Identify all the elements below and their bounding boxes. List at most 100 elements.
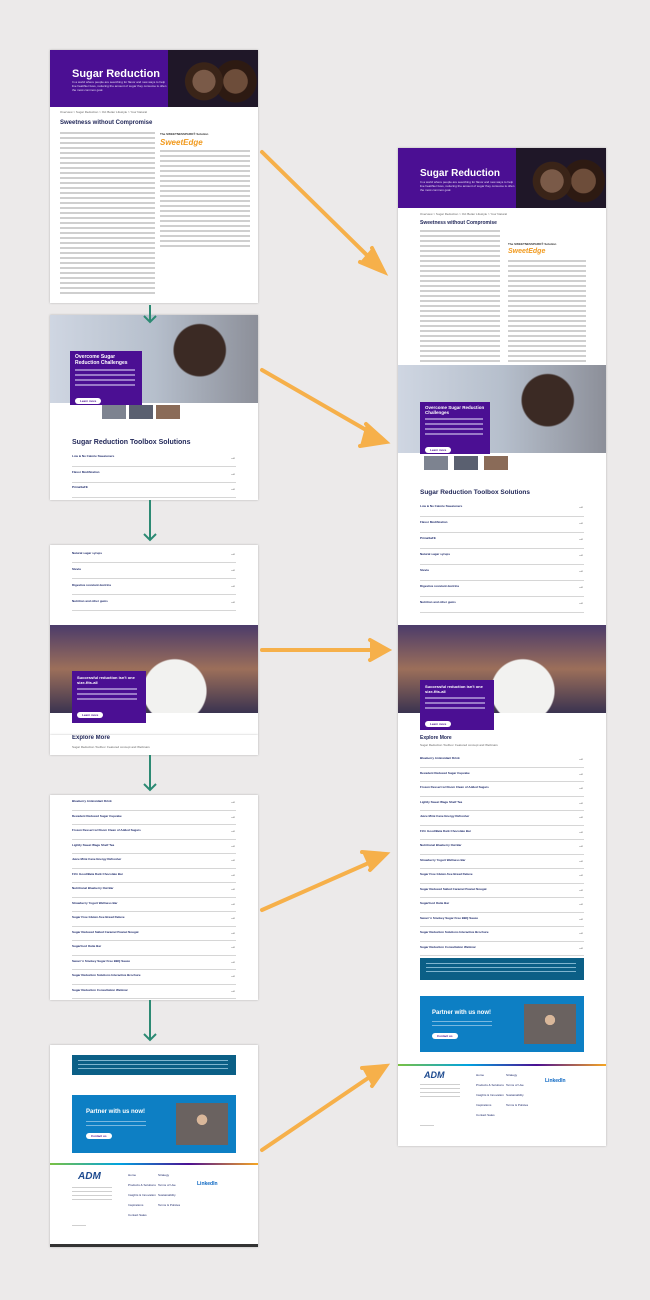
footer-col1-title[interactable]: Home (476, 1073, 504, 1077)
toolbox-row[interactable]: Flavor Modification → (420, 520, 584, 533)
explore-row[interactable]: Strawberry Yogurt Wellness Bar → (420, 857, 584, 869)
explore-row[interactable]: Sugarfood Oatie Bar → (72, 944, 236, 956)
explore-row[interactable]: Frozen Dessert w/ Room Clean of Added Su… (72, 828, 236, 840)
footer-link[interactable]: Contact Sales (128, 1213, 156, 1217)
explore-row[interactable]: Decadent Reduced Sugar Cupcake → (72, 814, 236, 825)
hero-subtitle: In a world where people are searching fo… (72, 80, 167, 92)
footer-col2-title[interactable]: Strategy (506, 1073, 528, 1077)
arrow-right-icon: → (578, 814, 584, 820)
challenges-button[interactable]: Learn more (75, 398, 102, 404)
toolbox-row[interactable]: Digestive resistant dextrins → (72, 583, 236, 595)
celebration-button[interactable]: Learn more (77, 712, 104, 718)
thumbnail[interactable] (102, 405, 126, 419)
footer-link[interactable]: Products & Solutions (128, 1183, 156, 1187)
explore-row[interactable]: Lightly Sweet Wagu Shelf Tea → (420, 800, 584, 811)
footer-link[interactable]: Inspirations (476, 1103, 504, 1107)
arrow-right-icon: → (578, 901, 584, 907)
arrow-right-icon: → (578, 857, 584, 864)
toolbox-row[interactable]: Natural sugar syrups → (72, 551, 236, 563)
thumbnail[interactable] (424, 456, 448, 470)
toolbox-row[interactable]: Low & No Calorie Sweeteners → (72, 454, 236, 467)
adm-logo[interactable]: ADM (424, 1070, 445, 1080)
toolbox-row[interactable]: Stevia → (420, 568, 584, 581)
breadcrumb[interactable]: Overview > Sugar Reduction > Oct Better … (420, 212, 507, 216)
explore-row[interactable]: Sugar Reduced Salted Caramel Peanut Noug… (72, 930, 236, 941)
explore-row[interactable]: Sugar Reduction Consultation Webinar → (72, 988, 236, 999)
thumbnail[interactable] (156, 405, 180, 419)
explore-row[interactable]: Fit'n Good/Beta Dark Chocolate Bar → (420, 828, 584, 840)
partner-button[interactable]: Contact us (432, 1033, 458, 1039)
thumbnail[interactable] (454, 456, 478, 470)
bottom-bar (50, 1244, 258, 1247)
footer-col2: Strategy Terms of Use Sustainability Ter… (506, 1073, 528, 1107)
explore-row[interactable]: Sugar Reduction Solutions Interactive Br… (72, 973, 236, 985)
explore-row[interactable]: Blueberry Antioxidant Drink → (420, 756, 584, 768)
explore-row[interactable]: Lightly Sweet Wagu Shelf Tea → (72, 842, 236, 854)
linkedin-icon[interactable]: LinkedIn (197, 1181, 218, 1187)
celebration-button[interactable]: Learn more (425, 721, 452, 727)
celebration-text (425, 697, 485, 709)
explore-row[interactable]: Fit'n Good/Beta Dark Chocolate Bar → (72, 871, 236, 883)
explore-row[interactable]: Juice Mimi Cane Energy Refresher → (420, 814, 584, 826)
row-title: Fit'n Good/Beta Dark Chocolate Bar (72, 871, 123, 876)
arrow-right-icon: → (230, 455, 236, 461)
footer-link[interactable]: Insights & Innovation (128, 1193, 156, 1197)
adm-logo[interactable]: ADM (78, 1171, 101, 1182)
sweetedge-logo: SweetEdge (160, 138, 203, 147)
explore-row[interactable]: Sweet 'n Smokey Sugar Free BBQ Sauce → (420, 915, 584, 927)
explore-row[interactable]: Sugarfood Oatie Bar → (420, 901, 584, 913)
arrow-right-icon: → (230, 828, 236, 834)
toolbox-row[interactable]: Stevia → (72, 567, 236, 579)
explore-row[interactable]: Nutritional Blueberry Oat Bar → (420, 843, 584, 855)
row-title: Sugar Free Gluten-free Bread Deluxe (72, 915, 125, 919)
toolbox-row[interactable]: Digestive resistant dextrins → (420, 584, 584, 597)
toolbox-row[interactable]: Nutrition and other gums → (420, 600, 584, 613)
explore-row[interactable]: Juice Mimi Cane Energy Refresher → (72, 857, 236, 869)
footer-link[interactable]: Products & Solutions (476, 1083, 504, 1087)
footer-link[interactable]: Sustainability (506, 1093, 528, 1097)
notice-text (426, 963, 576, 972)
partner-text (432, 1021, 492, 1029)
arrow-right-icon: → (578, 536, 584, 542)
explore-row[interactable]: Nutritional Blueberry Oat Bar → (72, 886, 236, 898)
footer-link[interactable]: Terms & Policies (158, 1203, 180, 1207)
row-title: Natural sugar syrups (420, 552, 451, 556)
footer-link[interactable]: Sustainability (158, 1193, 180, 1197)
toolbox-row[interactable]: PrimaSaFE → (420, 536, 584, 549)
hero-image (516, 148, 606, 208)
toolbox-row[interactable]: Low & No Calorie Sweeteners → (420, 504, 584, 517)
explore-row[interactable]: Strawberry Yogurt Wellness Bar → (72, 901, 236, 912)
explore-row[interactable]: Sugar Reduction Solutions Interactive Br… (420, 930, 584, 942)
footer-link[interactable]: Terms of Use (158, 1183, 180, 1187)
explore-row[interactable]: Sugar Reduction Consultation Webinar → (420, 945, 584, 956)
thumbnail[interactable] (129, 405, 153, 419)
footer-link[interactable]: Terms & Policies (506, 1103, 528, 1107)
arrow-right-icon: → (578, 828, 584, 835)
explore-row[interactable]: Sugar Free Gluten-free Bread Deluxe → (420, 872, 584, 884)
arrow-right-icon: → (230, 842, 236, 849)
explore-row[interactable]: Sweet 'n Smokey Sugar Free BBQ Sauce → (72, 959, 236, 970)
toolbox-row[interactable]: Nutrition and other gums → (72, 599, 236, 611)
footer-link[interactable]: Terms of Use (506, 1083, 528, 1087)
footer-col1-title[interactable]: Home (128, 1173, 156, 1177)
explore-row[interactable]: Frozen Dessert w/ Room Clean of Added Su… (420, 785, 584, 797)
breadcrumb[interactable]: Overview > Sugar Reduction > Oct Better … (60, 110, 147, 114)
explore-row[interactable]: Sugar Reduced Salted Caramel Peanut Noug… (420, 887, 584, 898)
toolbox-row[interactable]: Natural sugar syrups → (420, 552, 584, 565)
explore-row[interactable]: Decadent Reduced Sugar Cupcake → (420, 771, 584, 782)
linkedin-icon[interactable]: LinkedIn (545, 1078, 566, 1084)
explore-row[interactable]: Sugar Free Gluten-free Bread Deluxe → (72, 915, 236, 927)
footer-link[interactable]: Contact Sales (476, 1113, 504, 1117)
partner-button[interactable]: Contact us (86, 1133, 112, 1139)
footer-col2-title[interactable]: Strategy (158, 1173, 180, 1177)
arrow-right-icon: → (578, 915, 584, 922)
footer-link[interactable]: Insights & Innovation (476, 1093, 504, 1097)
toolbox-row-title: Natural sugar syrups (72, 551, 103, 555)
toolbox-row[interactable]: PrimaSaFE → (72, 485, 236, 498)
toolbox-row[interactable]: Flavor Modification → (72, 470, 236, 483)
challenges-button[interactable]: Learn more (425, 447, 452, 453)
footer-link[interactable]: Inspirations (128, 1203, 156, 1207)
explore-row[interactable]: Blueberry Antioxidant Drink → (72, 799, 236, 811)
toolbox-row-title: Digestive resistant dextrins (72, 583, 112, 587)
thumbnail[interactable] (484, 456, 508, 470)
